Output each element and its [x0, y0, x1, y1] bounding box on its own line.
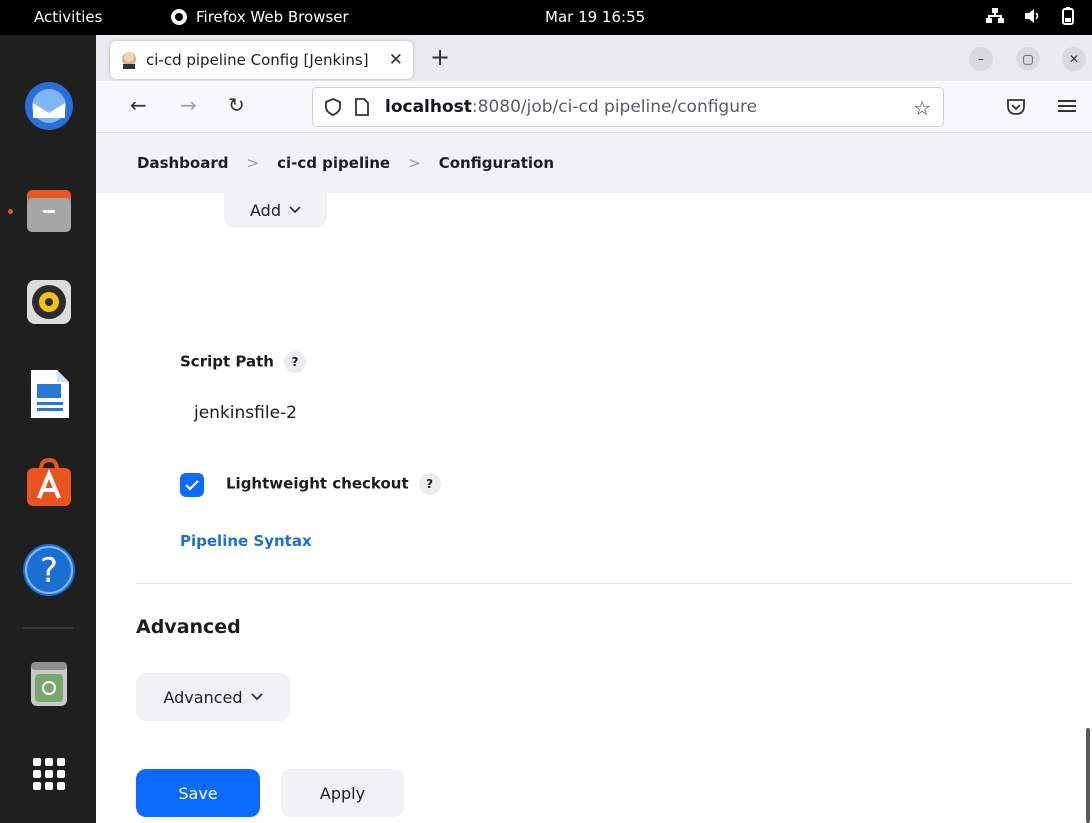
volume-icon	[1025, 9, 1039, 23]
running-indicator	[8, 209, 13, 214]
activities-button[interactable]: Activities	[34, 8, 102, 26]
back-icon[interactable]: ←	[130, 93, 147, 117]
maximize-icon[interactable]: ▢	[1016, 47, 1040, 71]
software-center-icon[interactable]	[20, 453, 78, 511]
tab-jenkins-config[interactable]: ci-cd pipeline Config [Jenkins] ✕	[110, 41, 413, 79]
script-path-field[interactable]: jenkinsfile-2	[194, 403, 297, 423]
help-icon[interactable]: ?	[20, 541, 78, 599]
network-icon	[986, 8, 1004, 23]
script-path-label: Script Path?	[180, 351, 306, 373]
trash-icon[interactable]	[20, 655, 78, 713]
url-bar[interactable]: localhost:8080/job/ci-cd pipeline/config…	[312, 87, 944, 127]
scrollbar-thumb[interactable]	[1086, 728, 1090, 823]
breadcrumb-separator: >	[408, 154, 421, 172]
libreoffice-writer-icon[interactable]	[20, 365, 78, 423]
apply-button[interactable]: Apply	[281, 769, 404, 817]
forward-icon[interactable]: →	[180, 93, 197, 117]
lightweight-checkout-checkbox[interactable]	[180, 473, 204, 497]
system-tray[interactable]	[986, 7, 1074, 25]
advanced-button[interactable]: Advanced	[136, 673, 290, 721]
app-grid-icon[interactable]	[20, 745, 78, 803]
pocket-icon[interactable]	[1006, 97, 1026, 117]
close-window-icon[interactable]: ✕	[1062, 47, 1086, 71]
app-menu[interactable]: Firefox Web Browser	[170, 8, 349, 26]
tab-title: ci-cd pipeline Config [Jenkins]	[146, 51, 369, 69]
tab-strip: ci-cd pipeline Config [Jenkins] ✕ + – ▢ …	[96, 35, 1092, 81]
tracking-protection-icon[interactable]	[323, 97, 343, 117]
lightweight-checkout-label-text: Lightweight checkout	[226, 474, 409, 493]
battery-icon	[1062, 7, 1074, 25]
breadcrumb: Dashboard > ci-cd pipeline > Configurati…	[96, 133, 1092, 193]
section-divider	[136, 583, 1072, 584]
breadcrumb-dashboard[interactable]: Dashboard	[137, 154, 228, 172]
app-name: Firefox Web Browser	[196, 8, 349, 26]
jenkins-favicon	[122, 52, 136, 69]
script-path-help-icon[interactable]: ?	[283, 351, 306, 373]
thunderbird-icon[interactable]	[20, 77, 78, 135]
close-tab-icon[interactable]: ✕	[389, 50, 403, 70]
checkmark-icon	[185, 480, 199, 491]
lightweight-checkout-help-icon[interactable]: ?	[418, 473, 441, 495]
advanced-button-label: Advanced	[163, 687, 243, 707]
page-info-icon[interactable]	[353, 97, 371, 117]
breadcrumb-configuration[interactable]: Configuration	[439, 154, 554, 172]
add-button-label: Add	[250, 200, 281, 220]
add-button[interactable]: Add	[224, 193, 327, 227]
breadcrumb-job[interactable]: ci-cd pipeline	[277, 154, 390, 172]
url-host: localhost	[385, 97, 472, 117]
clock[interactable]: Mar 19 16:55	[545, 8, 645, 26]
reload-icon[interactable]: ↻	[228, 93, 245, 117]
navigation-toolbar: ← → ↻ localhost:8080/job/ci-cd pipeline/…	[96, 81, 1092, 133]
rhythmbox-icon[interactable]	[20, 273, 78, 331]
advanced-section-title: Advanced	[136, 616, 241, 638]
menu-icon[interactable]	[1058, 98, 1076, 114]
configure-form: Add Script Path? jenkinsfile-2 Lightweig…	[96, 193, 1092, 823]
dock: ?	[0, 35, 96, 823]
script-path-label-text: Script Path	[180, 352, 274, 371]
url-path: :8080/job/ci-cd pipeline/configure	[471, 97, 758, 117]
lightweight-checkout-label: Lightweight checkout?	[226, 473, 441, 495]
files-icon[interactable]	[20, 181, 78, 239]
pipeline-syntax-link[interactable]: Pipeline Syntax	[180, 532, 312, 550]
chevron-down-icon	[289, 206, 301, 214]
bookmark-star-icon[interactable]: ☆	[913, 96, 931, 120]
minimize-icon[interactable]: –	[969, 47, 993, 71]
help-glyph: ?	[40, 551, 58, 591]
save-button[interactable]: Save	[136, 769, 260, 817]
dock-separator	[22, 627, 74, 629]
firefox-icon	[171, 9, 187, 25]
breadcrumb-separator: >	[246, 154, 260, 172]
new-tab-button[interactable]: +	[430, 43, 450, 71]
system-top-bar: Activities Firefox Web Browser Mar 19 16…	[0, 0, 1092, 35]
firefox-window: ci-cd pipeline Config [Jenkins] ✕ + – ▢ …	[96, 35, 1092, 823]
chevron-down-icon	[250, 693, 263, 701]
